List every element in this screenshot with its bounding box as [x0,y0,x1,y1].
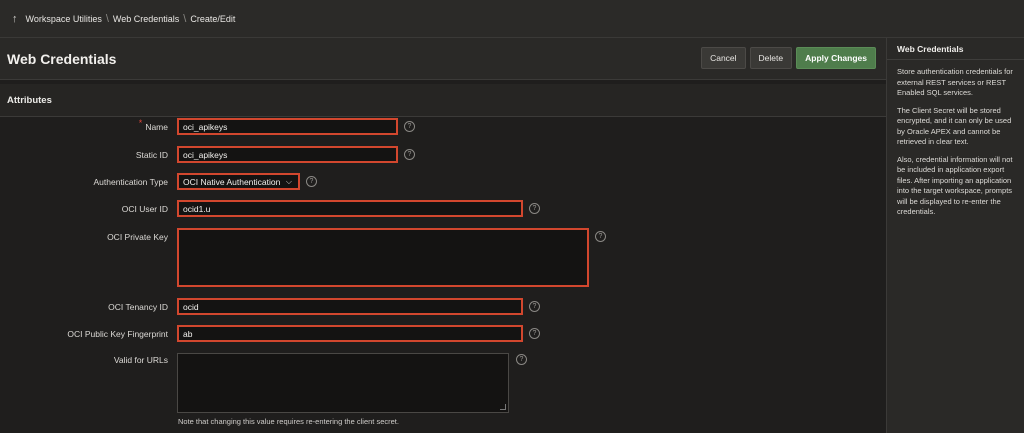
question-circle-icon[interactable]: ? [404,121,415,132]
page-title: Web Credentials [7,50,117,67]
valid-urls-label: Valid for URLs [113,355,168,365]
help-paragraph: Store authentication credentials for ext… [897,67,1013,97]
name-input[interactable]: oci_apikeys [177,118,398,135]
title-bar: Web Credentials Cancel Delete Apply Chan… [0,38,886,80]
oci-private-key-textarea[interactable] [177,228,589,287]
name-label: * Name [138,118,168,132]
help-panel: Web Credentials Store authentication cre… [886,38,1024,433]
question-circle-icon[interactable]: ? [529,203,540,214]
help-panel-title: Web Credentials [897,44,964,54]
question-circle-icon[interactable]: ? [306,176,317,187]
chevron-down-icon: ⌵ [285,176,292,186]
attributes-region-header: Attributes [0,80,886,117]
breadcrumb-separator: \ [105,12,109,25]
help-paragraph: The Client Secret will be stored encrypt… [897,105,1012,147]
valid-urls-note: Note that changing this value requires r… [178,417,399,426]
breadcrumb-separator: \ [183,12,187,25]
breadcrumb: ↑ Workspace Utilities \ Web Credentials … [0,0,1024,38]
oci-fingerprint-label: OCI Public Key Fingerprint [67,329,168,339]
oci-user-id-input[interactable]: ocid1.u [177,200,523,217]
oci-fingerprint-input[interactable]: ab [177,325,523,342]
help-paragraph: Also, credential information will not be… [897,154,1013,217]
oci-tenancy-id-input[interactable]: ocid [177,298,523,315]
main-content: Web Credentials Cancel Delete Apply Chan… [0,38,886,433]
required-indicator: * [138,118,143,129]
static-id-label: Static ID [135,150,168,160]
question-circle-icon[interactable]: ? [595,231,606,242]
arrow-up-icon[interactable]: ↑ [12,13,18,25]
delete-button[interactable]: Delete [749,47,793,69]
static-id-input[interactable]: oci_apikeys [177,146,398,163]
valid-urls-textarea[interactable] [177,353,509,413]
auth-type-select[interactable]: OCI Native Authentication ⌵ [177,173,300,190]
oci-user-id-label: OCI User ID [121,204,168,214]
cancel-button[interactable]: Cancel [701,47,746,69]
oci-tenancy-id-label: OCI Tenancy ID [108,302,168,312]
breadcrumb-workspace-utilities[interactable]: Workspace Utilities [26,14,102,24]
apply-changes-button[interactable]: Apply Changes [796,47,876,69]
question-circle-icon[interactable]: ? [516,354,527,365]
resize-handle[interactable] [500,404,506,410]
breadcrumb-web-credentials[interactable]: Web Credentials [113,14,179,24]
breadcrumb-create-edit: Create/Edit [190,13,236,24]
oci-private-key-label: OCI Private Key [107,232,168,242]
button-group: Cancel Delete Apply Changes [701,47,876,69]
question-circle-icon[interactable]: ? [404,149,415,160]
region-title: Attributes [7,94,52,106]
question-circle-icon[interactable]: ? [529,301,540,312]
divider [887,59,1024,60]
auth-type-label: Authentication Type [93,177,168,187]
question-circle-icon[interactable]: ? [529,328,540,339]
